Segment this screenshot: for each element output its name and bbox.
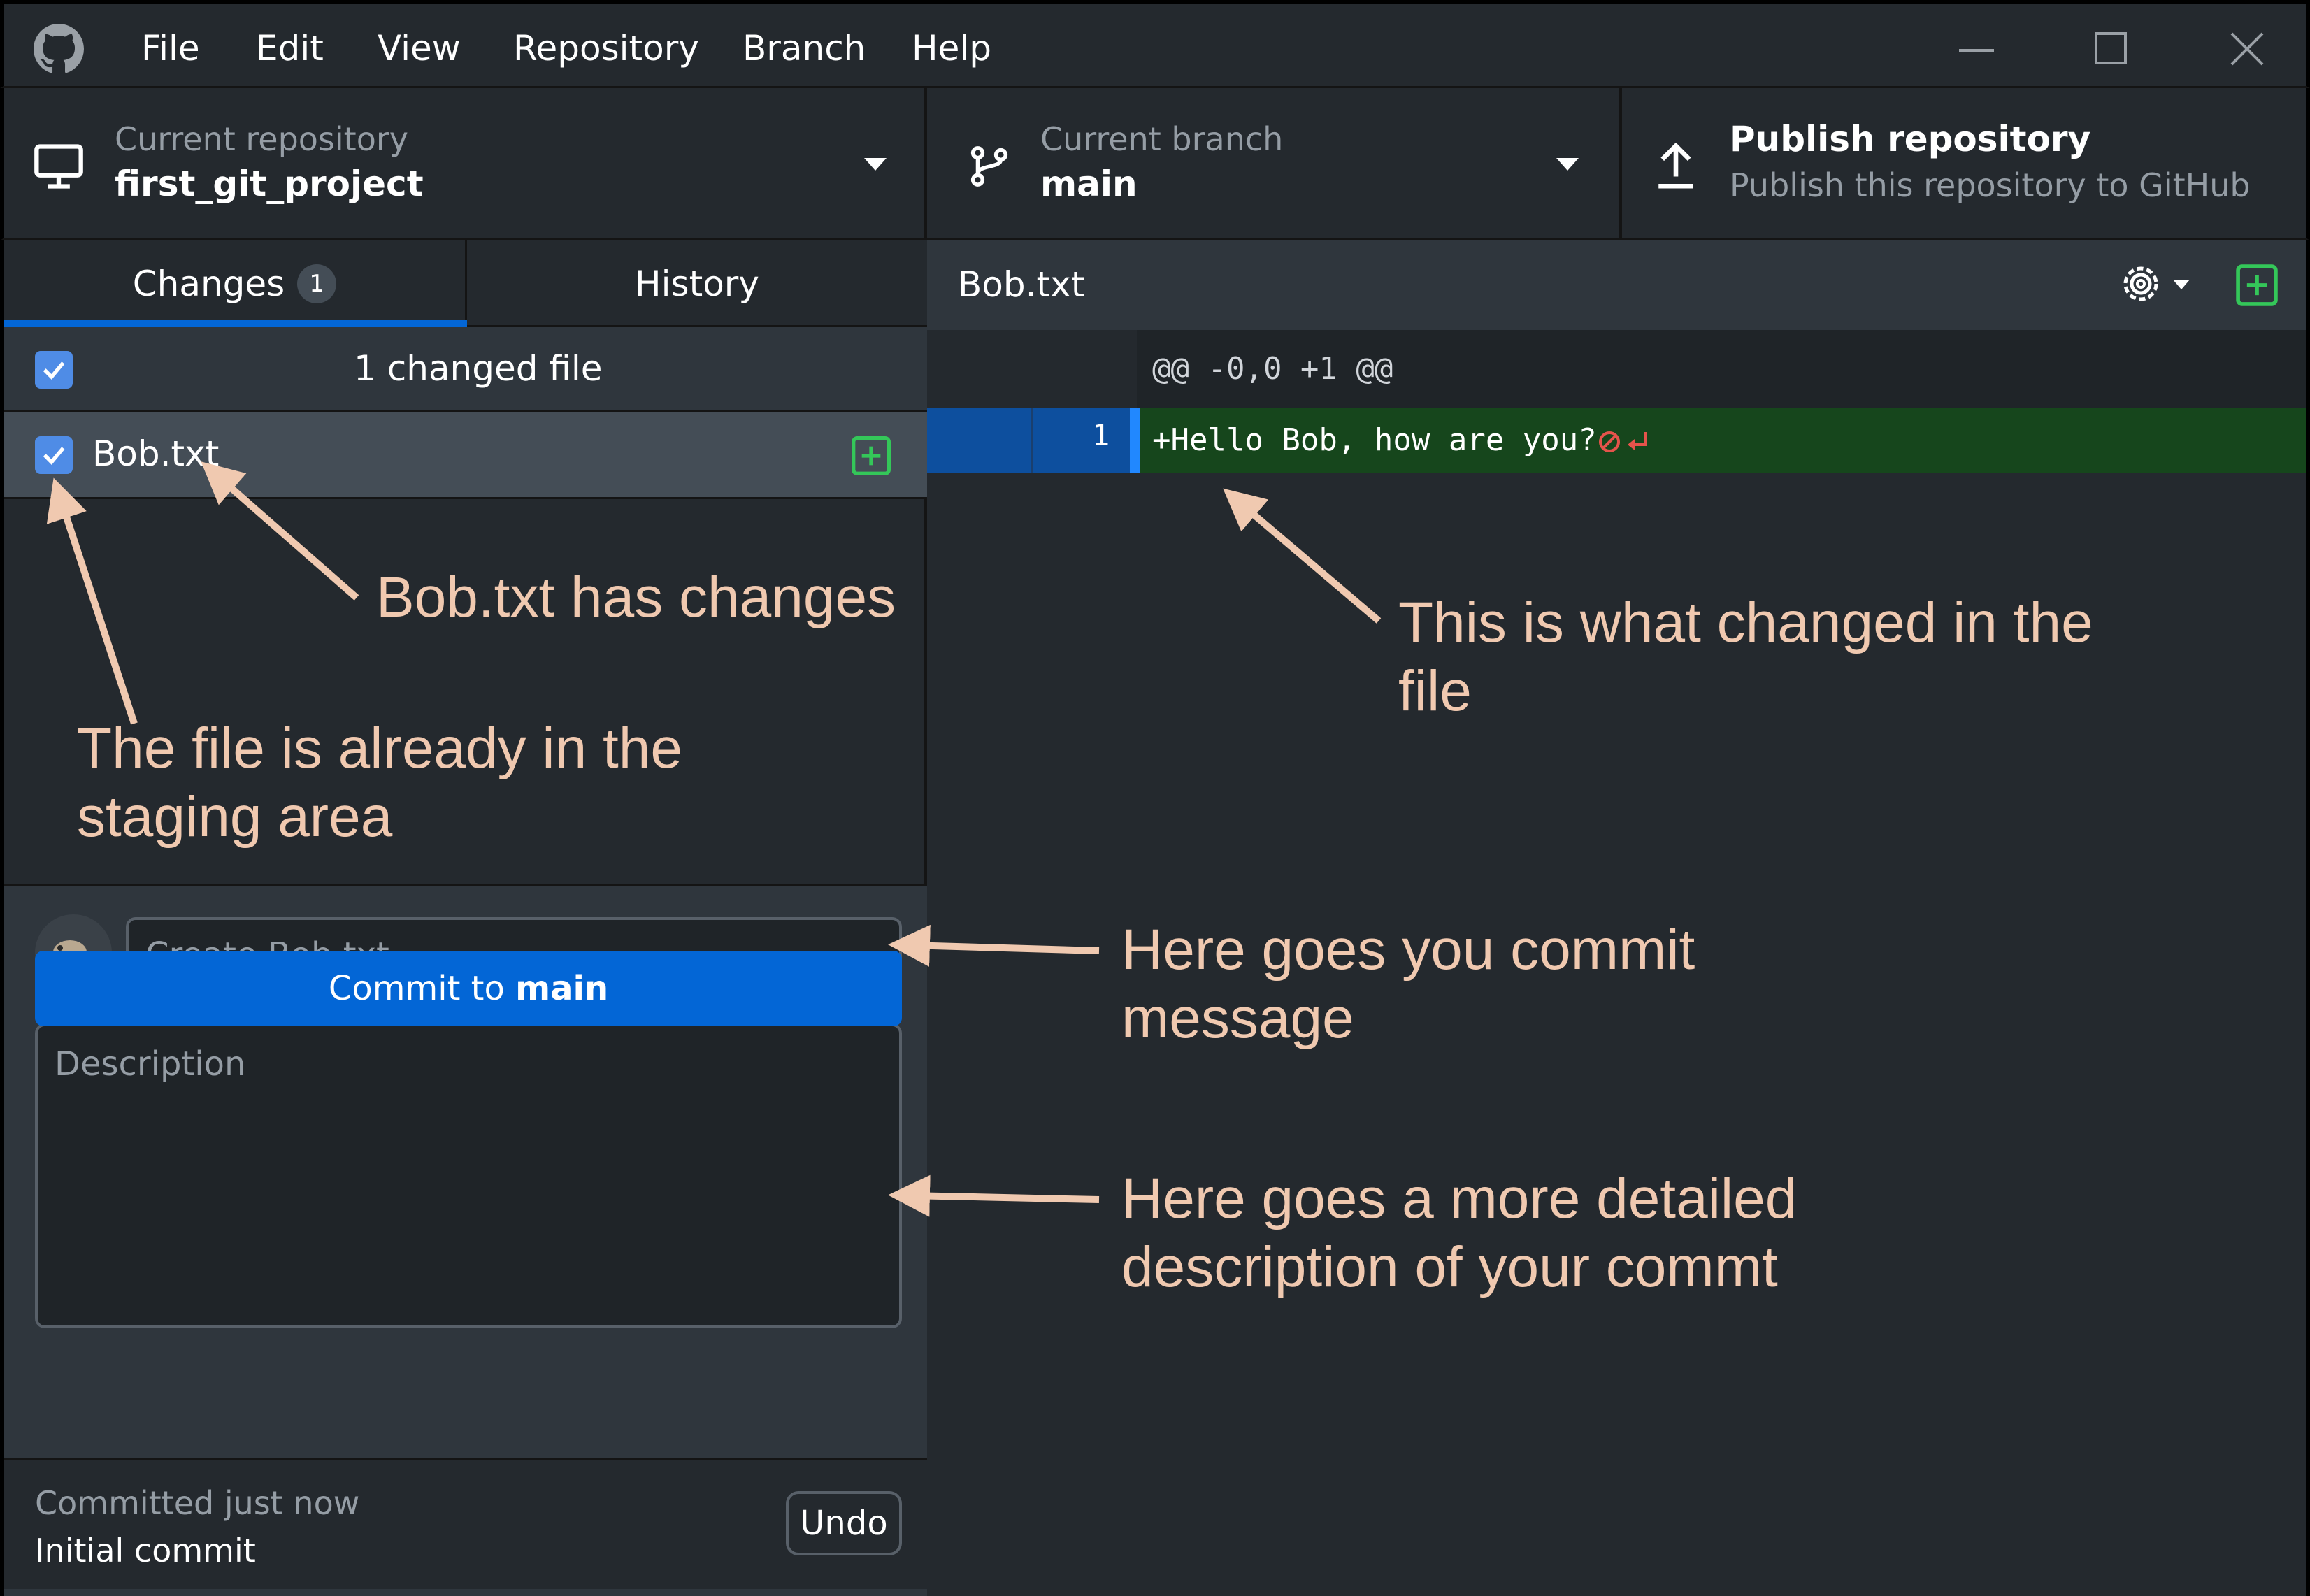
gutter [927, 330, 1137, 408]
annotation-commit-message-line2: message [1121, 986, 1354, 1050]
commit-description-textarea[interactable]: Description [35, 1023, 902, 1328]
changed-files-header: 1 changed file [4, 327, 927, 412]
changed-files-count: 1 changed file [354, 348, 603, 389]
github-logo-icon [34, 24, 84, 74]
select-all-checkbox[interactable] [35, 351, 73, 389]
diff-added-icon [2233, 261, 2281, 312]
annotation-what-changed-line1: This is what changed in the [1398, 591, 2093, 654]
publish-title: Publish repository [1730, 119, 2091, 159]
selection-marker [1130, 408, 1140, 473]
annotation-commit-message-line1: Here goes you commit [1121, 918, 1695, 982]
file-added-icon [849, 433, 894, 481]
changes-count-badge: 1 [297, 264, 337, 303]
tab-history-label: History [635, 264, 759, 304]
description-placeholder: Description [55, 1044, 246, 1084]
tab-changes[interactable]: Changes 1 [4, 240, 467, 327]
diff-filename: Bob.txt [958, 264, 1085, 305]
menu-edit[interactable]: Edit [256, 28, 324, 69]
upload-arrow-icon [1653, 137, 1699, 193]
current-repository-name: first_git_project [115, 164, 424, 204]
annotation-what-changed-line2: file [1398, 659, 1472, 723]
line-number: 1 [1092, 418, 1110, 452]
menu-branch[interactable]: Branch [742, 28, 866, 69]
menu-help[interactable]: Help [912, 28, 991, 69]
annotation-commit-message: Here goes you commit message [1121, 916, 1695, 1053]
file-name: Bob.txt [92, 433, 220, 474]
hunk-header-text: @@ -0,0 +1 @@ [1152, 351, 1393, 387]
current-repository-dropdown[interactable]: Current repository first_git_project [4, 88, 927, 238]
gear-icon[interactable] [2116, 257, 2200, 313]
file-include-checkbox[interactable] [35, 436, 73, 474]
current-branch-name: main [1040, 164, 1138, 204]
current-branch-dropdown[interactable]: Current branch main [931, 88, 1622, 238]
last-commit-message: Initial commit [35, 1532, 256, 1569]
annotation-staging-line2: staging area [77, 785, 393, 849]
last-commit-bar: Committed just now Initial commit Undo [4, 1458, 927, 1589]
tab-changes-label: Changes [132, 264, 285, 304]
toolbar: Current repository first_git_project Cur… [0, 88, 2310, 240]
maximize-icon[interactable] [2086, 25, 2135, 74]
changes-sidebar: Changes 1 History 1 changed file Bob.txt… [0, 240, 927, 1596]
added-line-text: +Hello Bob, how are you? [1152, 422, 1597, 458]
publish-subtitle: Publish this repository to GitHub [1730, 166, 2251, 204]
old-line-gutter [927, 408, 1031, 473]
sidebar-tabs: Changes 1 History [4, 240, 927, 327]
active-tab-indicator [4, 320, 467, 327]
commit-status-text: Committed just now [35, 1484, 360, 1522]
close-icon[interactable] [2222, 25, 2271, 74]
diff-header: Bob.txt [927, 240, 2306, 330]
file-list-item[interactable]: Bob.txt [4, 412, 927, 499]
branch-icon [966, 141, 1012, 192]
annotation-description-line1: Here goes a more detailed [1121, 1167, 1798, 1230]
commit-button[interactable]: Commit to main [35, 951, 902, 1026]
publish-repository-button[interactable]: Publish repository Publish this reposito… [1625, 88, 2310, 238]
annotation-description: Here goes a more detailed description of… [1121, 1165, 1797, 1302]
tab-history[interactable]: History [467, 240, 927, 327]
minimize-icon[interactable] [1952, 25, 2001, 74]
chevron-down-icon [1555, 155, 1580, 175]
chevron-down-icon [863, 155, 888, 175]
current-branch-label: Current branch [1040, 120, 1284, 158]
title-bar: File Edit View Repository Branch Help [0, 0, 2310, 88]
diff-line-added[interactable]: 1 +Hello Bob, how are you? [927, 408, 2306, 473]
undo-button[interactable]: Undo [786, 1491, 902, 1555]
no-newline-icon [1597, 424, 1653, 461]
menu-file[interactable]: File [141, 28, 200, 69]
annotation-staging: The file is already in the staging area [77, 714, 682, 851]
annotation-description-line2: description of your commt [1121, 1235, 1778, 1299]
annotation-staging-line1: The file is already in the [77, 717, 683, 780]
diff-hunk-header: @@ -0,0 +1 @@ [927, 330, 2306, 408]
commit-button-prefix: Commit to [328, 969, 516, 1008]
menu-view[interactable]: View [378, 28, 461, 69]
annotation-has-changes: Bob.txt has changes [376, 566, 896, 629]
commit-button-branch: main [515, 969, 609, 1008]
annotation-what-changed: This is what changed in the file [1398, 589, 2093, 726]
current-repository-label: Current repository [115, 120, 408, 158]
computer-icon [32, 140, 85, 193]
new-line-gutter [1031, 408, 1130, 473]
menu-repository[interactable]: Repository [513, 28, 699, 69]
